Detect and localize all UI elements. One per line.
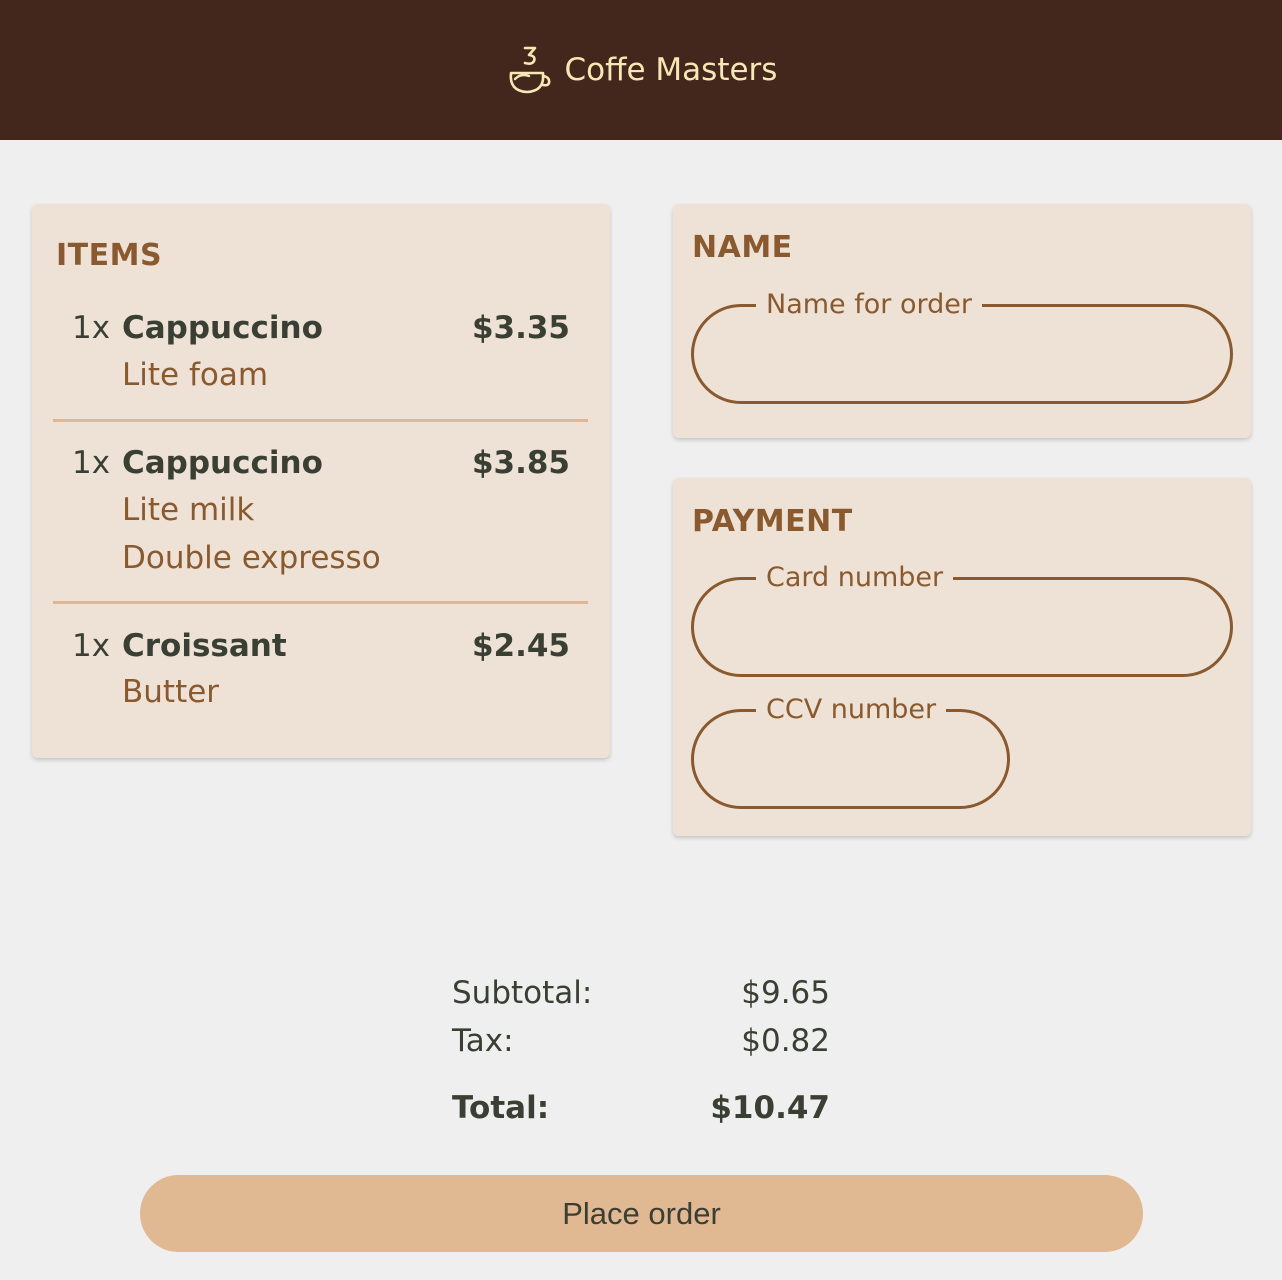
coffee-cup-icon: [509, 46, 550, 94]
item-name: Cappuccino: [122, 445, 323, 481]
tax-label: Tax:: [452, 1023, 514, 1059]
items-card: ITEMS 1x Cappuccino $3.35 Lite foam 1x C…: [32, 204, 610, 758]
place-order-button[interactable]: Place order: [140, 1175, 1143, 1252]
item-price: $2.45: [471, 628, 570, 664]
subtotal-label: Subtotal:: [452, 975, 593, 1011]
total-label: Total:: [452, 1090, 550, 1126]
item-option: Lite foam: [122, 357, 269, 393]
item-price: $3.85: [471, 445, 570, 481]
item-name: Cappuccino: [122, 310, 323, 346]
brand-name: Coffe Masters: [564, 52, 778, 88]
payment-title: PAYMENT: [692, 504, 853, 539]
total-value: $10.47: [710, 1090, 830, 1126]
item-option: Lite milk: [122, 492, 255, 528]
name-title: NAME: [692, 230, 793, 265]
card-number-label: Card number: [756, 563, 954, 593]
ccv-number-field[interactable]: CCV number: [691, 695, 1010, 809]
items-title: ITEMS: [56, 238, 163, 273]
item-option: Double expresso: [122, 540, 381, 576]
subtotal-row: Subtotal: $9.65: [452, 975, 832, 1015]
card-number-field[interactable]: Card number: [691, 563, 1233, 677]
item-separator: [53, 601, 588, 604]
name-card: NAME Name for order: [673, 204, 1251, 438]
item-quantity: 1x: [72, 628, 111, 664]
item-quantity: 1x: [72, 445, 111, 481]
item-price: $3.35: [471, 310, 570, 346]
app-header: Coffe Masters: [0, 0, 1282, 140]
item-separator: [53, 419, 588, 422]
subtotal-value: $9.65: [741, 975, 830, 1011]
ccv-number-label: CCV number: [756, 695, 947, 725]
tax-value: $0.82: [741, 1023, 830, 1059]
brand[interactable]: Coffe Masters: [505, 45, 778, 95]
name-for-order-label: Name for order: [756, 290, 982, 320]
item-quantity: 1x: [72, 310, 111, 346]
tax-row: Tax: $0.82: [452, 1023, 832, 1063]
name-for-order-field[interactable]: Name for order: [691, 290, 1233, 404]
item-name: Croissant: [122, 628, 287, 664]
total-row: Total: $10.47: [452, 1090, 832, 1130]
item-option: Butter: [122, 674, 220, 710]
payment-card: PAYMENT Card number CCV number: [673, 478, 1251, 836]
